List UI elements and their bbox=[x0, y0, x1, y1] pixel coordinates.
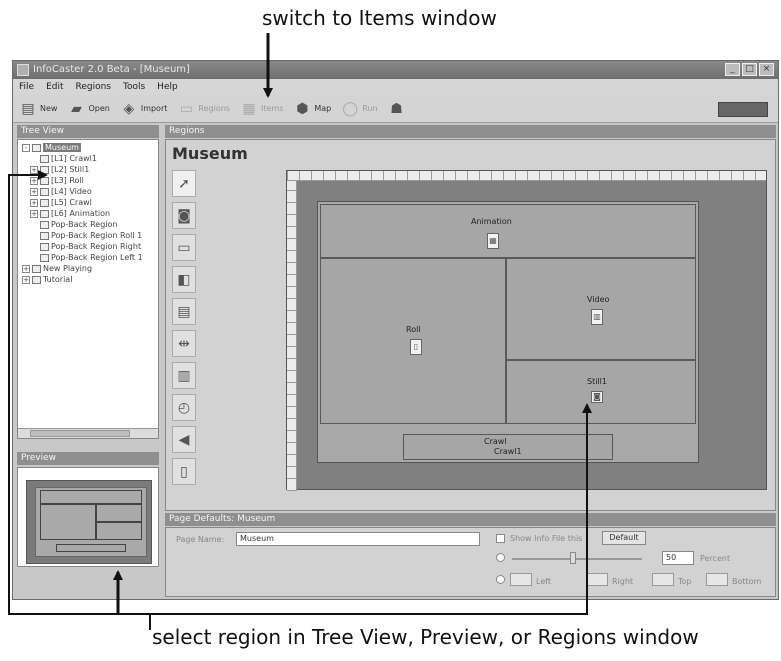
callout-select-region: select region in Tree View, Preview, or … bbox=[152, 625, 699, 649]
bracket-line bbox=[8, 174, 588, 615]
annotation-arrows bbox=[8, 33, 592, 630]
